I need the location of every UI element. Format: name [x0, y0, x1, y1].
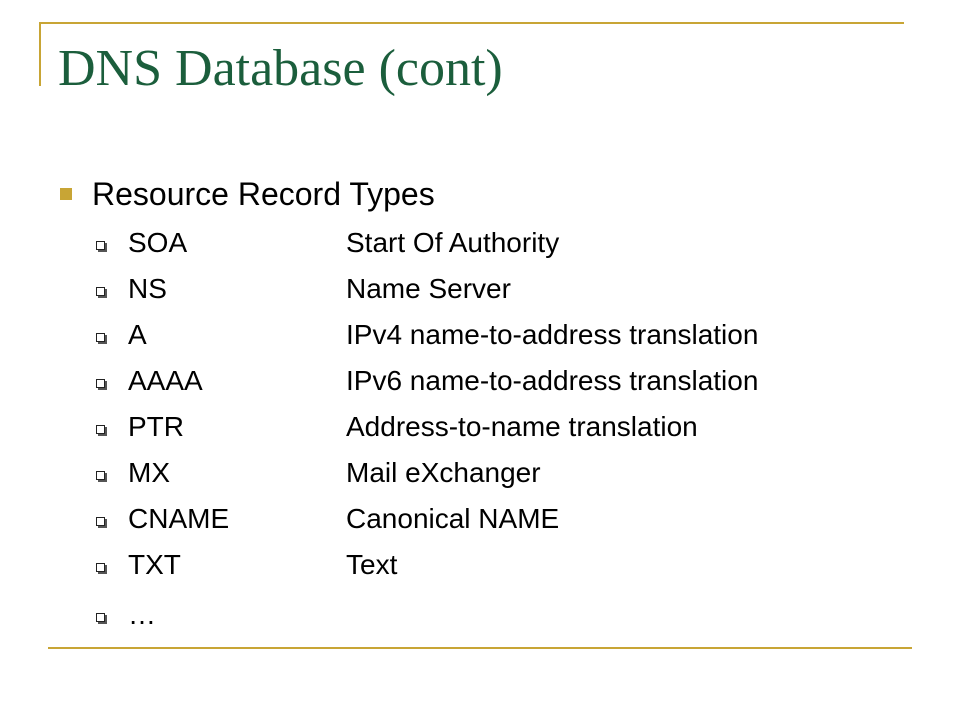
record-item-ptr: PTR Address-to-name translation — [96, 404, 758, 450]
record-item-mx: MX Mail eXchanger — [96, 450, 758, 496]
record-item-a: A IPv4 name-to-address translation — [96, 312, 758, 358]
record-type: SOA — [128, 227, 188, 258]
record-item-txt: TXT Text — [96, 542, 758, 588]
hollow-square-bullet-icon — [96, 612, 105, 622]
record-type: NS — [128, 273, 167, 304]
hollow-square-bullet-icon — [96, 332, 105, 342]
record-type: PTR — [128, 411, 184, 442]
section-heading: Resource Record Types — [92, 175, 435, 212]
slide: DNS Database (cont) Resource Record Type… — [0, 0, 960, 720]
record-item-more: … — [96, 592, 758, 638]
record-item-ns: NS Name Server — [96, 266, 758, 312]
record-type-list: SOA Start Of Authority NS Name Server A … — [96, 220, 758, 638]
record-description: Canonical NAME — [346, 503, 560, 534]
record-item-aaaa: AAAA IPv6 name-to-address translation — [96, 358, 758, 404]
record-description: Start Of Authority — [346, 227, 560, 258]
top-rule — [40, 22, 904, 24]
record-description: Address-to-name translation — [346, 411, 698, 442]
record-description: Name Server — [346, 273, 511, 304]
record-description: Mail eXchanger — [346, 457, 541, 488]
bullet-resource-record-types: Resource Record Types — [58, 172, 435, 216]
left-rule — [39, 22, 41, 86]
record-description: IPv6 name-to-address translation — [346, 365, 759, 396]
ellipsis-text: … — [128, 599, 156, 630]
bottom-rule — [48, 647, 912, 649]
record-description: IPv4 name-to-address translation — [346, 319, 759, 350]
square-bullet-icon — [60, 188, 72, 200]
record-type: TXT — [128, 549, 181, 580]
hollow-square-bullet-icon — [96, 424, 105, 434]
record-type: CNAME — [128, 503, 230, 534]
hollow-square-bullet-icon — [96, 516, 105, 526]
hollow-square-bullet-icon — [96, 470, 105, 480]
record-description: Text — [346, 549, 398, 580]
hollow-square-bullet-icon — [96, 286, 105, 296]
hollow-square-bullet-icon — [96, 378, 105, 388]
record-type: AAAA — [128, 365, 203, 396]
record-item-soa: SOA Start Of Authority — [96, 220, 758, 266]
slide-title: DNS Database (cont) — [58, 40, 503, 97]
record-type: A — [128, 319, 147, 350]
hollow-square-bullet-icon — [96, 562, 105, 572]
record-type: MX — [128, 457, 170, 488]
record-item-cname: CNAME Canonical NAME — [96, 496, 758, 542]
hollow-square-bullet-icon — [96, 240, 105, 250]
